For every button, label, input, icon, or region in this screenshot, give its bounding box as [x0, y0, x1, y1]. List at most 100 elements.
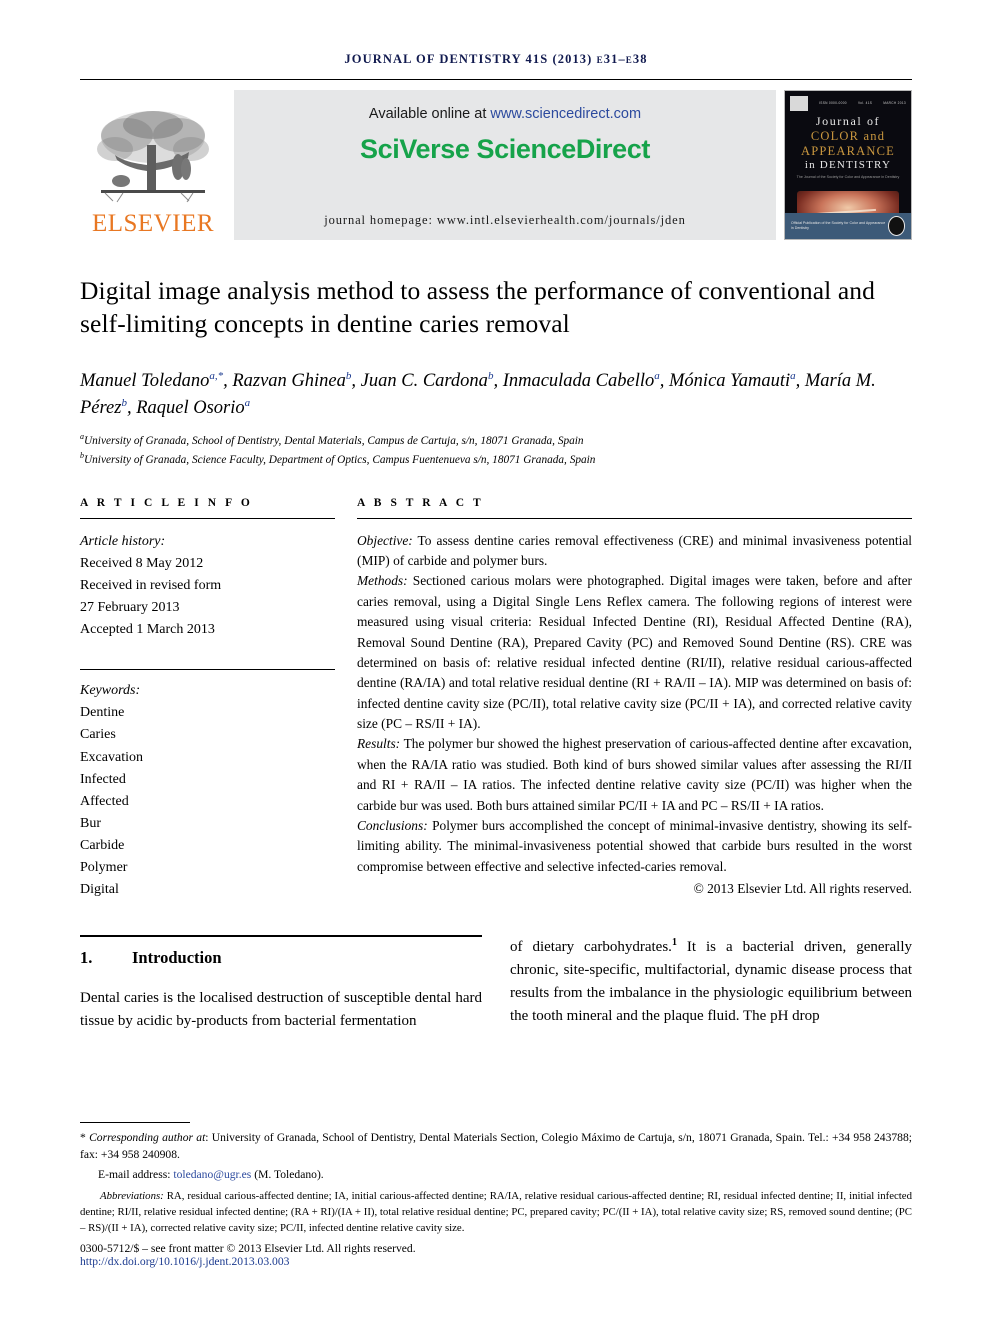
abstract-section-text: To assess dentine caries removal effecti… — [357, 532, 912, 569]
issn-copyright-line: 0300-5712/$ – see front matter © 2013 El… — [80, 1242, 416, 1255]
introduction-divider — [80, 935, 482, 938]
abbreviations-note: Abbreviations: RA, residual carious-affe… — [80, 1189, 912, 1237]
footnote-asterisk: * — [80, 1131, 90, 1145]
journal-header-band: ELSEVIER Available online at www.science… — [80, 90, 912, 240]
abstract-heading: A B S T R A C T — [357, 496, 484, 509]
abstract-section: Methods: Sectioned carious molars were p… — [357, 571, 912, 734]
cover-topbar: ISSN 0000-0000 Vol. 41S MARCH 2013 — [790, 95, 906, 111]
header-divider — [80, 79, 912, 80]
abstract-section: Results: The polymer bur showed the high… — [357, 734, 912, 816]
history-item: Received 8 May 2012 — [80, 555, 204, 571]
elsevier-logo: ELSEVIER — [80, 90, 226, 240]
cover-elsevier-mark-icon — [790, 95, 808, 111]
sciencedirect-panel: Available online at www.sciencedirect.co… — [234, 90, 776, 240]
elsevier-wordmark: ELSEVIER — [91, 210, 215, 237]
elsevier-tree-icon — [97, 111, 209, 203]
running-head: JOURNAL OF DENTISTRY 41S (2013) e31–e38 — [344, 52, 648, 66]
journal-cover-thumbnail: ISSN 0000-0000 Vol. 41S MARCH 2013 Journ… — [784, 90, 912, 240]
cover-footer-text: Official Publication of the Society for … — [791, 220, 886, 230]
affiliation-item: bUniversity of Granada, Science Faculty,… — [80, 450, 912, 469]
cover-title-line3: APPEARANCE — [801, 144, 895, 158]
cover-title-line2: COLOR and — [810, 129, 886, 143]
history-item: 27 February 2013 — [80, 599, 180, 615]
article-title: Digital image analysis method to assess … — [80, 276, 875, 339]
abstract-section-label: Objective: — [357, 532, 413, 548]
cover-issn-label: ISSN 0000-0000 — [819, 101, 847, 105]
intro-right-pre: of dietary carbohydrates. — [510, 939, 672, 956]
abstract-section: Objective: To assess dentine caries remo… — [357, 531, 912, 572]
keyword-item[interactable]: Infected — [80, 769, 335, 791]
cover-title-line4: in DENTISTRY — [804, 159, 892, 171]
author-entry[interactable]: Razvan Ghineab — [232, 370, 351, 391]
keyword-item[interactable]: Affected — [80, 791, 335, 813]
available-online-prefix: Available online at — [368, 106, 491, 122]
keyword-item[interactable]: Bur — [80, 813, 335, 835]
introduction-left-column: 1. Introduction Dental caries is the loc… — [80, 935, 482, 1033]
abstract-divider — [357, 517, 912, 519]
history-item: Accepted 1 March 2013 — [80, 622, 215, 638]
keyword-item[interactable]: Polymer — [80, 857, 335, 879]
abstract-copyright: © 2013 Elsevier Ltd. All rights reserved… — [693, 881, 912, 897]
affiliation-list: aUniversity of Granada, School of Dentis… — [80, 431, 912, 469]
section-number: 1. — [80, 948, 93, 968]
author-entry[interactable]: Manuel Toledanoa,* — [80, 370, 223, 391]
corresponding-author-label: Corresponding author at — [89, 1131, 206, 1145]
email-link[interactable]: toledano@ugr.es — [173, 1168, 251, 1181]
author-entry[interactable]: Juan C. Cardonab — [361, 370, 494, 391]
article-info-divider — [80, 517, 335, 519]
abstract-section-label: Results: — [357, 736, 401, 752]
abstract-body: Objective: To assess dentine caries remo… — [357, 531, 912, 900]
cover-date-label: MARCH 2013 — [883, 101, 906, 105]
abbreviations-label: Abbreviations: — [100, 1190, 164, 1203]
email-note: E-mail address: toledano@ugr.es (M. Tole… — [80, 1168, 912, 1181]
history-item: Received in revised form — [80, 577, 222, 593]
email-label: E-mail address: — [98, 1168, 174, 1182]
email-suffix: (M. Toledano). — [251, 1168, 324, 1182]
keywords-divider — [80, 669, 335, 671]
abstract-section-text: Polymer burs accomplished the concept of… — [357, 817, 912, 874]
sciverse-sciencedirect-logo: SciVerse ScienceDirect — [360, 134, 650, 164]
footnote-rule — [80, 1122, 190, 1124]
keyword-item[interactable]: Dentine — [80, 702, 335, 724]
abstract-section: Conclusions: Polymer burs accomplished t… — [357, 816, 912, 877]
cover-title-line1: Journal of — [815, 114, 881, 128]
abstract-section-text: The polymer bur showed the highest prese… — [357, 736, 912, 813]
introduction-paragraph-right: of dietary carbohydrates.1 It is a bacte… — [510, 935, 912, 1027]
author-entry[interactable]: Raquel Osorioa — [136, 396, 250, 417]
abbreviations-text: RA, residual carious-affected dentine; I… — [80, 1190, 912, 1235]
article-history-label: Article history: — [80, 533, 166, 549]
keywords-label: Keywords: — [80, 683, 141, 699]
introduction-right-column: of dietary carbohydrates.1 It is a bacte… — [510, 935, 912, 1033]
corresponding-author-text: : University of Granada, School of Denti… — [80, 1131, 912, 1162]
article-info-heading: A R T I C L E I N F O — [80, 496, 253, 509]
article-info-column: A R T I C L E I N F O Article history: R… — [80, 497, 335, 902]
abstract-section-label: Methods: — [357, 573, 408, 589]
cover-volume-label: Vol. 41S — [857, 101, 873, 105]
affiliation-text: University of Granada, School of Dentist… — [84, 434, 584, 447]
journal-homepage-line[interactable]: journal homepage: www.intl.elsevierhealt… — [234, 213, 776, 228]
abstract-column: A B S T R A C T Objective: To assess den… — [357, 497, 912, 902]
article-page: JOURNAL OF DENTISTRY 41S (2013) e31–e38 — [0, 0, 992, 1323]
info-abstract-region: A R T I C L E I N F O Article history: R… — [80, 497, 912, 902]
keyword-item[interactable]: Digital — [80, 879, 335, 901]
keyword-item[interactable]: Caries — [80, 724, 335, 746]
keywords-block: Keywords: Dentine Caries Excavation Infe… — [80, 680, 335, 901]
keyword-item[interactable]: Carbide — [80, 835, 335, 857]
abstract-section-label: Conclusions: — [357, 817, 428, 833]
cover-footer-band: Official Publication of the Society for … — [785, 213, 911, 239]
available-online-line: Available online at www.sciencedirect.co… — [369, 106, 641, 122]
introduction-region: 1. Introduction Dental caries is the loc… — [80, 935, 912, 1033]
keyword-item[interactable]: Excavation — [80, 747, 335, 769]
affiliation-text: University of Granada, Science Faculty, … — [84, 453, 596, 466]
affiliation-item: aUniversity of Granada, School of Dentis… — [80, 431, 912, 450]
introduction-paragraph-left: Dental caries is the localised destructi… — [80, 990, 482, 1030]
abstract-section-text: Sectioned carious molars were photograph… — [357, 573, 912, 732]
author-list: Manuel Toledanoa,*, Razvan Ghineab, Juan… — [80, 370, 876, 418]
author-entry[interactable]: Inmaculada Cabelloa — [503, 370, 660, 391]
sciencedirect-url-link[interactable]: www.sciencedirect.com — [490, 106, 641, 122]
introduction-heading: 1. Introduction — [80, 948, 482, 968]
author-entry[interactable]: Mónica Yamautia — [669, 370, 796, 391]
doi-link[interactable]: http://dx.doi.org/10.1016/j.jdent.2013.0… — [80, 1255, 912, 1268]
footnotes-region: * Corresponding author at: University of… — [80, 1122, 912, 1268]
cover-society-badge-icon — [887, 216, 905, 236]
